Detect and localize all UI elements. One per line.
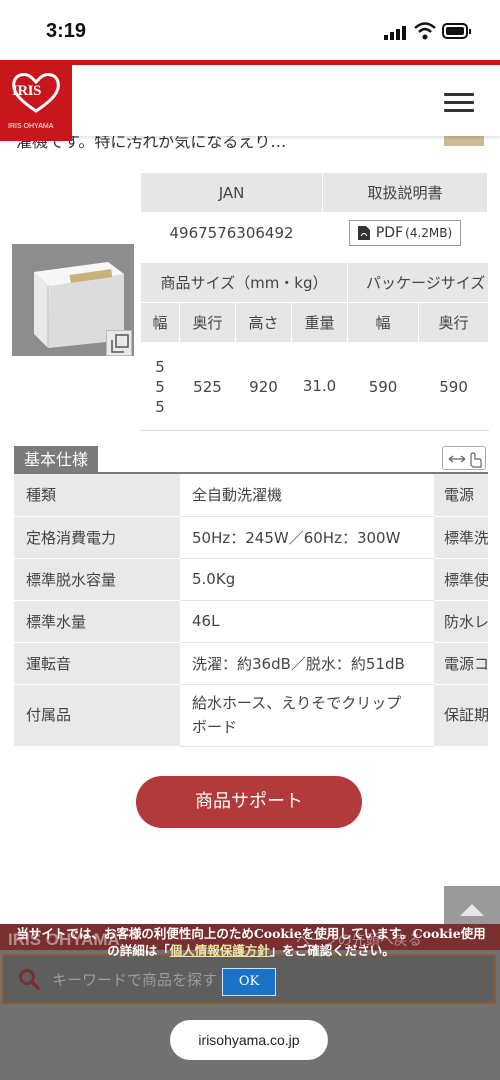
spec-key-2: 防水レ xyxy=(434,600,488,643)
cellular-signal-icon xyxy=(384,26,406,40)
cookie-text-pre: の詳細は「 xyxy=(107,943,170,958)
spec-key: 種類 xyxy=(14,474,180,517)
pdf-size: (4.2MB) xyxy=(405,225,453,240)
menu-icon[interactable] xyxy=(444,93,474,113)
site-header: IRIS IRIS OHYAMA xyxy=(0,60,500,141)
spec-key-2: 標準洗 xyxy=(434,516,488,559)
expand-image-icon[interactable] xyxy=(106,330,132,356)
spec-value-line: ボード xyxy=(192,718,238,736)
privacy-policy-link[interactable]: 個人情報保護方針 xyxy=(170,943,270,958)
spec-key: 付属品 xyxy=(14,684,180,747)
iris-ohyama-logo[interactable]: IRIS IRIS OHYAMA xyxy=(0,65,72,141)
spec-row: 標準水量 46L 防水レ xyxy=(14,600,488,643)
spec-value: 46L xyxy=(180,600,434,643)
spec-section-title: 基本仕様 xyxy=(14,446,99,474)
horizontal-scroll-icon xyxy=(442,446,486,470)
col-package-width: 幅 xyxy=(347,302,420,343)
spec-value: 給水ホース、えりそでクリップ ボード xyxy=(180,684,434,747)
spec-value: 洗濯：約36dB／脱水：約51dB xyxy=(180,642,434,685)
package-width-value: 590 xyxy=(347,342,420,431)
col-width: 幅 xyxy=(140,302,180,343)
spec-value-line: 給水ホース、えりそでクリップ xyxy=(192,694,402,712)
spec-row: 定格消費電力 50Hz：245W／60Hz：300W 標準洗 xyxy=(14,516,488,559)
search-icon xyxy=(19,969,40,990)
pdf-label: PDF xyxy=(375,224,404,241)
width-digit: 5 xyxy=(155,397,165,416)
col-depth: 奥行 xyxy=(179,302,236,343)
col-weight: 重量 xyxy=(290,302,349,343)
depth-value: 525 xyxy=(179,342,236,431)
jan-table: JAN 取扱説明書 4967576306492 PDF (4.2MB) xyxy=(139,172,488,253)
wifi-icon xyxy=(414,22,436,40)
height-value: 920 xyxy=(235,342,292,431)
manual-cell: PDF (4.2MB) xyxy=(322,212,488,253)
spec-key-2: 標準使 xyxy=(434,558,488,601)
weight-value: 31.0 xyxy=(290,342,349,431)
width-digit: 5 xyxy=(155,357,165,376)
spec-row: 運転音 洗濯：約36dB／脱水：約51dB 電源コ xyxy=(14,642,488,685)
width-digit: 5 xyxy=(155,377,165,396)
spec-key-2: 電源 xyxy=(434,474,488,517)
pdf-file-icon xyxy=(357,225,370,240)
spec-key: 標準脱水容量 xyxy=(14,558,180,601)
spec-key-2: 電源コ xyxy=(434,642,488,685)
package-depth-value: 590 xyxy=(418,342,490,431)
spec-row: 種類 全自動洗濯機 電源 xyxy=(14,474,488,517)
spec-key-2: 保証期 xyxy=(434,684,488,747)
spec-table: 種類 全自動洗濯機 電源 定格消費電力 50Hz：245W／60Hz：300W … xyxy=(14,474,488,747)
logo-subtext: IRIS OHYAMA xyxy=(8,123,54,130)
spec-key: 定格消費電力 xyxy=(14,516,180,559)
spec-key: 運転音 xyxy=(14,642,180,685)
browser-url-bar[interactable]: irisohyama.co.jp xyxy=(170,1020,328,1060)
battery-icon xyxy=(442,23,471,39)
spec-row: 標準脱水容量 5.0Kg 標準使 xyxy=(14,558,488,601)
cookie-notice: 当サイトでは、お客様の利便性向上のためCookieを使用しています。Cookie… xyxy=(6,925,496,959)
spec-value: 5.0Kg xyxy=(180,558,434,601)
status-time: 3:19 xyxy=(46,20,87,42)
logo-text: IRIS xyxy=(12,83,41,99)
cookie-ok-button[interactable]: OK xyxy=(222,968,276,996)
size-table: 商品サイズ（mm・kg） パッケージサイズ 幅 奥行 高さ 重量 幅 奥行 5 … xyxy=(139,262,490,431)
width-value: 5 5 5 xyxy=(140,342,180,431)
col-package-depth: 奥行 xyxy=(418,302,490,343)
col-height: 高さ xyxy=(235,302,292,343)
jan-value: 4967576306492 xyxy=(139,212,324,253)
status-bar: 3:19 xyxy=(0,0,500,60)
cookie-text-line1: 当サイトでは、お客様の利便性向上のためCookieを使用しています。Cookie… xyxy=(16,926,486,941)
cookie-text-post: 」をご確認ください。 xyxy=(269,943,395,958)
package-size-header: パッケージサイズ xyxy=(347,262,490,303)
manual-header: 取扱説明書 xyxy=(322,172,488,213)
spec-key: 標準水量 xyxy=(14,600,180,643)
spec-value: 50Hz：245W／60Hz：300W xyxy=(180,516,434,559)
spec-value: 全自動洗濯機 xyxy=(180,474,434,517)
product-size-header: 商品サイズ（mm・kg） xyxy=(139,262,349,303)
spec-row: 付属品 給水ホース、えりそでクリップ ボード 保証期 xyxy=(14,684,488,747)
product-support-button[interactable]: 商品サポート xyxy=(136,776,362,828)
cookie-text-line2: の詳細は「個人情報保護方針」をご確認ください。 xyxy=(6,942,496,959)
search-input[interactable]: キーワードで商品を探す xyxy=(52,969,217,990)
jan-header: JAN xyxy=(139,172,324,213)
pdf-download-button[interactable]: PDF (4.2MB) xyxy=(348,219,462,246)
